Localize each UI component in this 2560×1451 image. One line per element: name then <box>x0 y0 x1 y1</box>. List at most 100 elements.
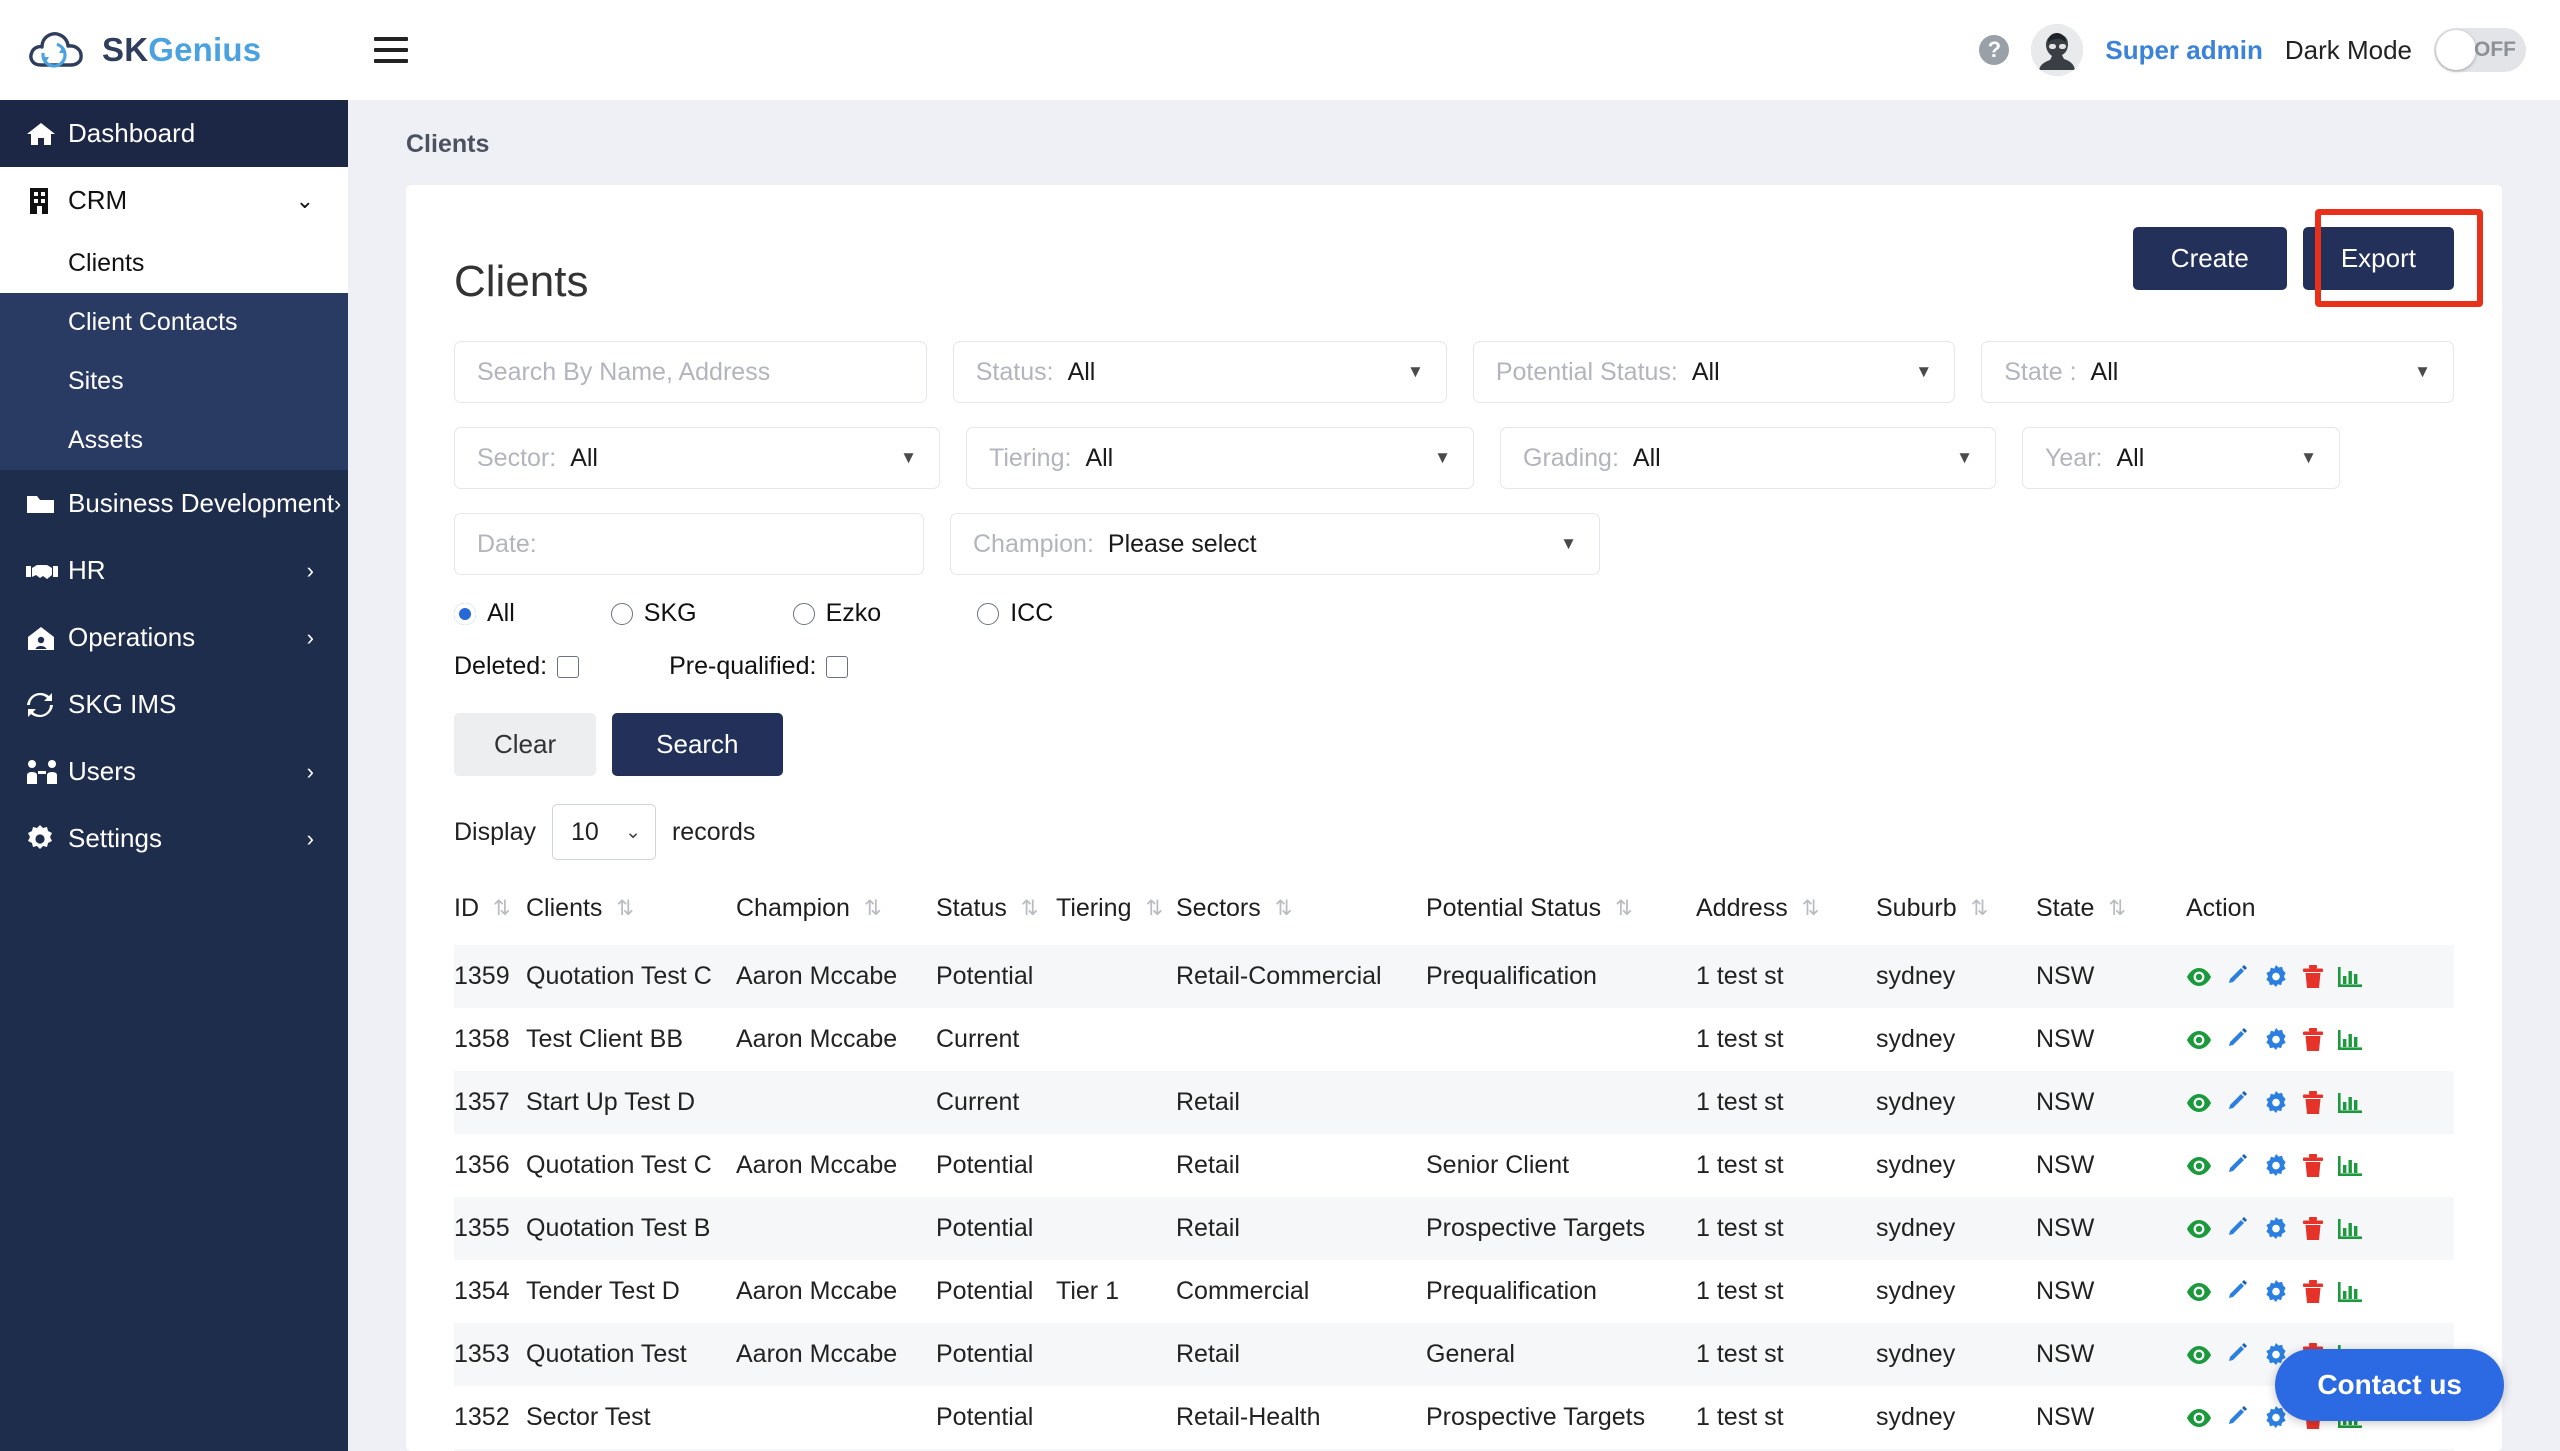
chart-bar-icon[interactable] <box>2338 1029 2362 1051</box>
delete-trash-icon[interactable] <box>2302 1279 2324 1304</box>
sort-icon[interactable]: ⇅ <box>1971 896 1989 921</box>
sidebar-item-crm[interactable]: CRM ⌄ <box>0 167 348 234</box>
sort-icon[interactable]: ⇅ <box>1615 896 1633 921</box>
date-input[interactable]: Date: <box>454 513 924 575</box>
sort-icon[interactable]: ⇅ <box>1021 896 1039 921</box>
search-input[interactable]: Search By Name, Address <box>454 341 927 403</box>
column-header-potential-status[interactable]: Potential Status ⇅ <box>1426 878 1696 945</box>
prequalified-checkbox[interactable]: Pre-qualified: <box>669 652 849 681</box>
column-header-id[interactable]: ID ⇅ <box>454 878 526 945</box>
chart-bar-icon[interactable] <box>2338 1218 2362 1240</box>
delete-trash-icon[interactable] <box>2302 1153 2324 1178</box>
edit-pencil-icon[interactable] <box>2226 1279 2250 1304</box>
sort-icon[interactable]: ⇅ <box>1275 896 1293 921</box>
radio-icc[interactable]: ICC <box>977 599 1053 628</box>
help-circle-icon[interactable]: ? <box>1979 35 2010 65</box>
avatar[interactable] <box>2031 24 2084 76</box>
deleted-checkbox[interactable]: Deleted: <box>454 652 580 681</box>
view-eye-icon[interactable] <box>2186 1345 2212 1365</box>
edit-pencil-icon[interactable] <box>2226 1216 2250 1241</box>
chart-bar-icon[interactable] <box>2338 1155 2362 1177</box>
radio-skg[interactable]: SKG <box>610 599 697 628</box>
hamburger-menu-icon[interactable] <box>374 37 408 63</box>
table-row[interactable]: 1355 Quotation Test B Potential Retail Prosp… <box>454 1197 2454 1260</box>
sidebar-item-operations[interactable]: Operations › <box>0 604 348 671</box>
champion-select[interactable]: Champion: Please select ▼ <box>950 513 1600 575</box>
user-name-link[interactable]: Super admin <box>2105 35 2262 66</box>
chart-bar-icon[interactable] <box>2338 1281 2362 1303</box>
view-eye-icon[interactable] <box>2186 1093 2212 1113</box>
tiering-select[interactable]: Tiering: All ▼ <box>966 427 1474 489</box>
contact-us-button[interactable]: Contact us <box>2275 1349 2504 1421</box>
delete-trash-icon[interactable] <box>2302 1216 2324 1241</box>
delete-trash-icon[interactable] <box>2302 1027 2324 1052</box>
settings-gear-icon[interactable] <box>2264 1153 2288 1178</box>
radio-all[interactable]: All <box>454 599 515 628</box>
sidebar-item-settings[interactable]: Settings › <box>0 805 348 872</box>
sector-select[interactable]: Sector: All ▼ <box>454 427 940 489</box>
sort-icon[interactable]: ⇅ <box>2108 896 2126 921</box>
search-button[interactable]: Search <box>612 713 783 776</box>
table-row[interactable]: 1354 Tender Test D Aaron Mccabe Potential Ti… <box>454 1260 2454 1323</box>
year-select[interactable]: Year: All ▼ <box>2022 427 2340 489</box>
table-row[interactable]: 1353 Quotation Test Aaron Mccabe Potential R… <box>454 1323 2454 1386</box>
settings-gear-icon[interactable] <box>2264 1216 2288 1241</box>
export-button[interactable]: Export <box>2302 227 2454 290</box>
sidebar-item-skg-ims[interactable]: SKG IMS <box>0 671 348 738</box>
delete-trash-icon[interactable] <box>2302 964 2324 989</box>
sort-icon[interactable]: ⇅ <box>616 896 634 921</box>
sidebar-item-client-contacts[interactable]: Client Contacts <box>0 293 348 352</box>
state-select[interactable]: State : All ▼ <box>1981 341 2454 403</box>
column-header-clients[interactable]: Clients ⇅ <box>526 878 736 945</box>
sidebar-item-hr[interactable]: HR › <box>0 537 348 604</box>
sidebar-item-clients[interactable]: Clients <box>0 234 348 293</box>
status-select[interactable]: Status: All ▼ <box>952 341 1447 403</box>
edit-pencil-icon[interactable] <box>2226 1153 2250 1178</box>
prequalified-checkbox-box[interactable] <box>826 655 849 678</box>
deleted-checkbox-box[interactable] <box>557 655 580 678</box>
view-eye-icon[interactable] <box>2186 1030 2212 1050</box>
sort-icon[interactable]: ⇅ <box>1146 896 1164 921</box>
column-header-address[interactable]: Address ⇅ <box>1696 878 1876 945</box>
view-eye-icon[interactable] <box>2186 1156 2212 1176</box>
sidebar-item-assets[interactable]: Assets <box>0 411 348 470</box>
column-header-sectors[interactable]: Sectors ⇅ <box>1176 878 1426 945</box>
sidebar-item-sites[interactable]: Sites <box>0 352 348 411</box>
view-eye-icon[interactable] <box>2186 967 2212 987</box>
sidebar-item-users[interactable]: Users › <box>0 738 348 805</box>
sort-icon[interactable]: ⇅ <box>1802 896 1820 921</box>
edit-pencil-icon[interactable] <box>2226 1342 2250 1367</box>
table-row[interactable]: 1358 Test Client BB Aaron Mccabe Current 1 t… <box>454 1008 2454 1071</box>
settings-gear-icon[interactable] <box>2264 1027 2288 1052</box>
settings-gear-icon[interactable] <box>2264 1279 2288 1304</box>
create-button[interactable]: Create <box>2132 227 2287 290</box>
view-eye-icon[interactable] <box>2186 1408 2212 1428</box>
column-header-champion[interactable]: Champion ⇅ <box>736 878 936 945</box>
view-eye-icon[interactable] <box>2186 1219 2212 1239</box>
column-header-state[interactable]: State ⇅ <box>2036 878 2186 945</box>
radio-ezko[interactable]: Ezko <box>792 599 881 628</box>
brand-logo[interactable]: SKGenius <box>0 25 348 75</box>
table-row[interactable]: 1357 Start Up Test D Current Retail 1 test s… <box>454 1071 2454 1134</box>
potential-status-select[interactable]: Potential Status: All ▼ <box>1472 341 1956 403</box>
clear-button[interactable]: Clear <box>454 713 597 776</box>
sidebar-item-dashboard[interactable]: Dashboard <box>0 100 348 167</box>
delete-trash-icon[interactable] <box>2302 1090 2324 1115</box>
view-eye-icon[interactable] <box>2186 1282 2212 1302</box>
grading-select[interactable]: Grading: All ▼ <box>1500 427 1996 489</box>
settings-gear-icon[interactable] <box>2264 1090 2288 1115</box>
dark-mode-toggle[interactable]: OFF <box>2434 28 2526 72</box>
table-row[interactable]: 1359 Quotation Test C Aaron Mccabe Potentia… <box>454 945 2454 1008</box>
chart-bar-icon[interactable] <box>2338 966 2362 988</box>
table-row[interactable]: 1352 Sector Test Potential Retail-Health Pro… <box>454 1386 2454 1449</box>
column-header-suburb[interactable]: Suburb ⇅ <box>1876 878 2036 945</box>
records-per-page-select[interactable]: 10 ⌄ <box>551 804 656 860</box>
column-header-status[interactable]: Status ⇅ <box>936 878 1056 945</box>
edit-pencil-icon[interactable] <box>2226 1405 2250 1430</box>
sidebar-item-business-development[interactable]: Business Development › <box>0 470 348 537</box>
sort-icon[interactable]: ⇅ <box>493 896 511 921</box>
sort-icon[interactable]: ⇅ <box>864 896 882 921</box>
edit-pencil-icon[interactable] <box>2226 1090 2250 1115</box>
edit-pencil-icon[interactable] <box>2226 1027 2250 1052</box>
edit-pencil-icon[interactable] <box>2226 964 2250 989</box>
